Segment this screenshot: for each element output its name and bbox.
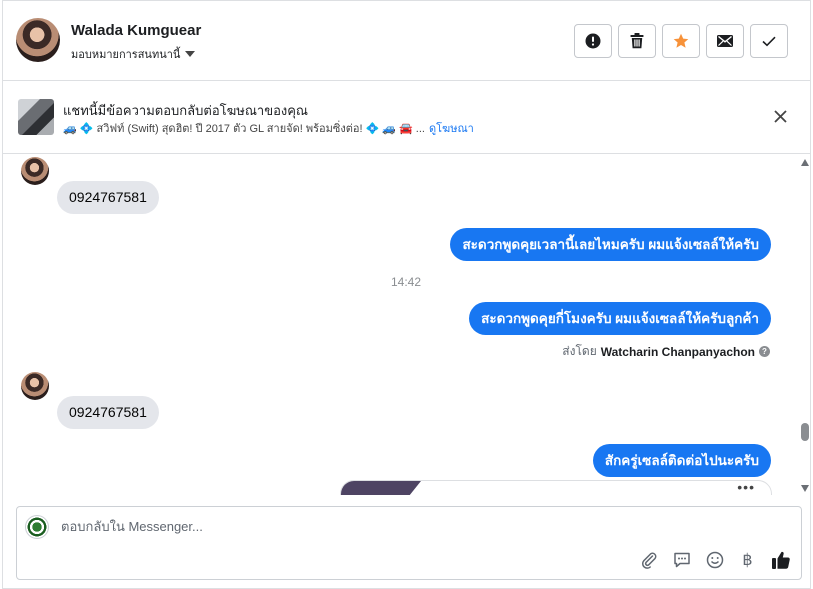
avatar	[21, 372, 49, 400]
header-actions	[574, 24, 788, 58]
ad-banner-subtitle: 🚙 💠 สวิฟท์ (Swift) สุดฮิต! ปี 2017 ตัว G…	[63, 119, 474, 137]
baht-icon: ฿	[742, 550, 753, 569]
view-ad-link[interactable]: ดูโฆษณา	[429, 119, 474, 137]
incoming-message[interactable]: 0924767581	[57, 181, 159, 214]
attachment-card[interactable]: •••	[340, 480, 772, 495]
alert-icon	[585, 33, 601, 49]
done-button[interactable]	[750, 24, 788, 58]
scroll-up-icon[interactable]	[801, 159, 809, 166]
thumbs-up-icon	[771, 551, 790, 569]
ad-reply-banner: แชทนี้มีข้อความตอบกลับต่อโฆษณาของคุณ 🚙 💠…	[3, 82, 810, 154]
check-icon	[762, 36, 776, 46]
send-like-button[interactable]	[770, 549, 791, 570]
saved-replies-button[interactable]	[671, 549, 692, 570]
message-thread[interactable]: 0924767581 สะดวกพูดคุยเวลานี้เลยไหมครับ …	[3, 155, 810, 495]
incoming-message[interactable]: 0924767581	[57, 396, 159, 429]
card-image	[341, 481, 421, 495]
delete-button[interactable]	[618, 24, 656, 58]
ad-summary: 🚙 💠 สวิฟท์ (Swift) สุดฮิต! ปี 2017 ตัว G…	[63, 123, 425, 135]
help-icon[interactable]: ?	[759, 346, 770, 357]
mark-unread-button[interactable]	[706, 24, 744, 58]
smiley-icon	[706, 551, 723, 568]
outgoing-message[interactable]: สะดวกพูดคุยกี่โมงครับ ผมแจ้งเซลล์ให้ครับ…	[469, 302, 771, 335]
contact-name[interactable]: Walada Kumguear	[71, 22, 201, 39]
emoji-button[interactable]	[704, 549, 725, 570]
chevron-down-icon	[185, 51, 196, 57]
scrollbar-thumb[interactable]	[801, 423, 809, 441]
message-timestamp: 14:42	[391, 275, 422, 289]
conversation-header: Walada Kumguear มอบหมายการสนทนานี้	[3, 1, 810, 81]
attach-button[interactable]	[638, 549, 659, 570]
trash-icon	[630, 33, 644, 49]
scroll-down-icon[interactable]	[801, 485, 809, 492]
page-avatar	[25, 515, 49, 539]
outgoing-message[interactable]: สะดวกพูดคุยเวลานี้เลยไหมครับ ผมแจ้งเซลล์…	[450, 228, 771, 261]
outgoing-message[interactable]: สักครู่เซลล์ติดต่อไปนะครับ	[592, 444, 771, 477]
payment-button[interactable]: ฿	[737, 549, 758, 570]
reply-input[interactable]	[61, 519, 761, 534]
sent-by-label: ส่งโดย Watcharin Chanpanyachon ?	[562, 342, 770, 361]
conversation-panel: Walada Kumguear มอบหมายการสนทนานี้ แชทนี…	[2, 0, 811, 589]
star-icon	[673, 33, 689, 48]
paperclip-icon	[641, 552, 656, 569]
chat-bubble-icon	[673, 552, 690, 567]
assign-conversation-dropdown[interactable]: มอบหมายการสนทนานี้	[71, 45, 196, 63]
close-icon	[773, 109, 787, 123]
sent-by-name: Watcharin Chanpanyachon	[600, 344, 755, 359]
composer-tools: ฿	[638, 549, 791, 570]
avatar	[21, 157, 49, 185]
assign-label: มอบหมายการสนทนานี้	[71, 49, 181, 61]
avatar[interactable]	[16, 18, 60, 62]
reply-composer: ฿	[16, 506, 802, 580]
envelope-icon	[717, 35, 733, 47]
close-banner-button[interactable]	[770, 106, 790, 126]
sent-by-prefix: ส่งโดย	[562, 344, 597, 358]
thread-scrollbar[interactable]	[799, 155, 810, 495]
star-button[interactable]	[662, 24, 700, 58]
ad-thumbnail	[18, 99, 54, 135]
spam-button[interactable]	[574, 24, 612, 58]
ad-banner-title: แชทนี้มีข้อความตอบกลับต่อโฆษณาของคุณ	[63, 103, 308, 118]
more-options-icon[interactable]: •••	[737, 481, 755, 495]
